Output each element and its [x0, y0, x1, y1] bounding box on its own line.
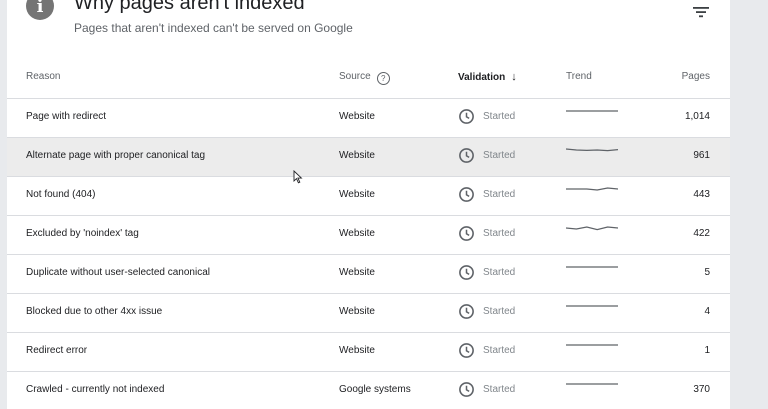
row-trend-sparkline: [566, 383, 618, 385]
row-source: Website: [339, 111, 375, 122]
column-header-trend: Trend: [566, 71, 592, 82]
row-validation-status: Started: [483, 150, 516, 161]
clock-icon: [459, 343, 474, 358]
column-header-pages[interactable]: Pages: [682, 71, 710, 82]
row-source: Website: [339, 228, 375, 239]
row-pages: 961: [693, 150, 710, 161]
table-row[interactable]: Not found (404) Website Started 443: [7, 177, 730, 216]
row-validation: Started: [458, 225, 515, 242]
column-header-source-label: Source: [339, 71, 371, 82]
table-row[interactable]: Excluded by 'noindex' tag Website Started 4…: [7, 216, 730, 255]
row-validation-status: Started: [483, 189, 516, 200]
row-validation: Started: [458, 303, 515, 320]
row-pages: 422: [693, 228, 710, 239]
table-header: Reason Source? Validation ↓ Trend Pages: [7, 62, 730, 99]
report-title: Why pages aren't indexed: [74, 0, 305, 14]
row-validation-status: Started: [483, 384, 516, 395]
row-source: Website: [339, 150, 375, 161]
row-reason: Crawled - currently not indexed: [26, 384, 165, 395]
row-pages: 1: [704, 345, 710, 356]
clock-icon: [459, 382, 474, 397]
row-source: Website: [339, 306, 375, 317]
clock-icon: [459, 304, 474, 319]
row-source: Google systems: [339, 384, 411, 395]
row-trend-sparkline: [566, 226, 618, 231]
row-trend-sparkline: [566, 187, 618, 191]
row-pages: 5: [704, 267, 710, 278]
row-reason: Redirect error: [26, 345, 88, 356]
row-reason: Blocked due to other 4xx issue: [26, 306, 163, 317]
table-row[interactable]: Duplicate without user-selected canonica…: [7, 255, 730, 294]
row-trend-sparkline: [566, 305, 618, 307]
table-row[interactable]: Alternate page with proper canonical tag…: [7, 138, 730, 177]
table-body: Page with redirect Website Started 1,014 Alt…: [7, 99, 730, 409]
row-reason: Alternate page with proper canonical tag: [26, 150, 206, 161]
row-reason: Page with redirect: [26, 111, 107, 122]
table-row[interactable]: Blocked due to other 4xx issue Website Sta…: [7, 294, 730, 333]
table-row[interactable]: Crawled - currently not indexed Google sy…: [7, 372, 730, 409]
sort-arrow-down-icon: ↓: [511, 71, 517, 83]
row-reason: Not found (404): [26, 189, 96, 200]
row-validation-status: Started: [483, 228, 516, 239]
row-source: Website: [339, 189, 375, 200]
report-header: i Why pages aren't indexed Pages that ar…: [7, 0, 730, 60]
trend-line: [566, 187, 618, 191]
clock-icon: [459, 187, 474, 202]
trend-line: [566, 226, 618, 231]
help-icon[interactable]: ?: [376, 72, 390, 85]
row-reason: Excluded by 'noindex' tag: [26, 228, 139, 239]
row-pages: 1,014: [684, 111, 710, 122]
row-validation-status: Started: [483, 111, 516, 122]
trend-line: [566, 148, 618, 152]
row-validation: Started: [458, 108, 515, 125]
row-pages: 4: [704, 306, 710, 317]
column-header-reason[interactable]: Reason: [26, 71, 60, 82]
row-source: Website: [339, 267, 375, 278]
report-subtitle: Pages that aren't indexed can't be serve…: [74, 21, 353, 35]
row-trend-sparkline: [566, 148, 618, 152]
row-reason: Duplicate without user-selected canonica…: [26, 267, 210, 278]
row-trend-sparkline: [566, 110, 618, 112]
info-icon: i: [26, 0, 54, 20]
row-validation: Started: [458, 342, 515, 359]
row-source: Website: [339, 345, 375, 356]
column-header-source[interactable]: Source?: [339, 71, 390, 85]
clock-icon: [459, 226, 474, 241]
clock-icon: [459, 148, 474, 163]
column-header-validation[interactable]: Validation ↓: [458, 71, 517, 83]
row-trend-sparkline: [566, 344, 618, 346]
mouse-cursor-icon: [293, 170, 303, 184]
row-validation: Started: [458, 147, 515, 164]
row-validation: Started: [458, 186, 515, 203]
table-row[interactable]: Redirect error Website Started 1: [7, 333, 730, 372]
row-validation: Started: [458, 264, 515, 281]
table-row[interactable]: Page with redirect Website Started 1,014: [7, 99, 730, 138]
row-trend-sparkline: [566, 266, 618, 268]
row-validation: Started: [458, 381, 515, 398]
clock-icon: [459, 109, 474, 124]
report-card: i Why pages aren't indexed Pages that ar…: [7, 0, 730, 409]
row-validation-status: Started: [483, 306, 516, 317]
column-header-validation-label: Validation: [458, 72, 506, 83]
row-validation-status: Started: [483, 267, 516, 278]
clock-icon: [459, 265, 474, 280]
filter-icon[interactable]: [691, 4, 711, 20]
row-pages: 370: [693, 384, 710, 395]
row-pages: 443: [693, 189, 710, 200]
row-validation-status: Started: [483, 345, 516, 356]
